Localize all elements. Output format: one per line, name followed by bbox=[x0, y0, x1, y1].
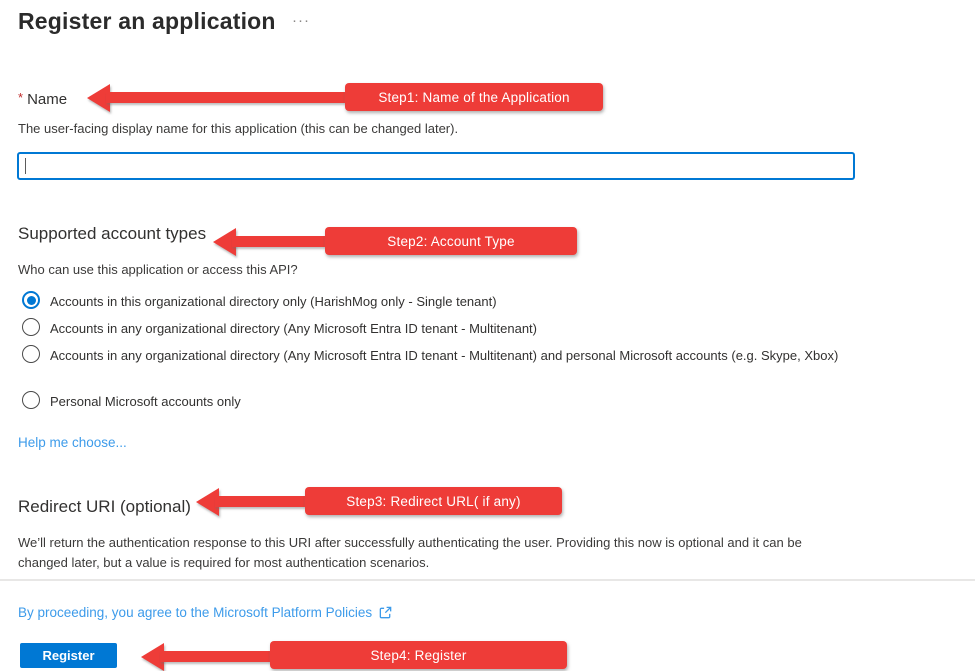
step4-banner: Step4: Register bbox=[270, 641, 567, 669]
step1-arrow-shaft bbox=[106, 92, 347, 103]
policy-row: By proceeding, you agree to the Microsof… bbox=[18, 605, 393, 620]
redirect-description: We’ll return the authentication response… bbox=[18, 533, 846, 573]
radio-selected-icon[interactable] bbox=[22, 291, 40, 309]
radio-label: Personal Microsoft accounts only bbox=[50, 391, 241, 412]
name-label-text: Name bbox=[27, 91, 67, 108]
step2-arrow-shaft bbox=[232, 236, 327, 247]
step2-banner: Step2: Account Type bbox=[325, 227, 577, 255]
footer-divider bbox=[0, 579, 975, 581]
radio-label: Accounts in this organizational director… bbox=[50, 291, 497, 312]
step4-arrow-shaft bbox=[160, 651, 272, 662]
account-type-option-personal-only[interactable]: Personal Microsoft accounts only bbox=[22, 391, 241, 412]
external-link-icon[interactable] bbox=[378, 605, 393, 620]
platform-policies-link[interactable]: By proceeding, you agree to the Microsof… bbox=[18, 605, 372, 620]
text-caret bbox=[25, 158, 26, 174]
step1-banner: Step1: Name of the Application bbox=[345, 83, 603, 111]
account-type-option-multitenant[interactable]: Accounts in any organizational directory… bbox=[22, 318, 537, 339]
radio-label: Accounts in any organizational directory… bbox=[50, 318, 537, 339]
radio-icon[interactable] bbox=[22, 318, 40, 336]
radio-icon[interactable] bbox=[22, 391, 40, 409]
account-question: Who can use this application or access t… bbox=[18, 262, 298, 277]
help-me-choose-link[interactable]: Help me choose... bbox=[18, 435, 127, 450]
register-button[interactable]: Register bbox=[20, 643, 117, 668]
account-type-option-single-tenant[interactable]: Accounts in this organizational director… bbox=[22, 291, 497, 312]
radio-icon[interactable] bbox=[22, 345, 40, 363]
supported-account-types-heading: Supported account types bbox=[18, 224, 206, 244]
register-application-page: Register an application ··· * Name The us… bbox=[0, 0, 975, 671]
step3-banner: Step3: Redirect URL( if any) bbox=[305, 487, 562, 515]
radio-label: Accounts in any organizational directory… bbox=[50, 345, 838, 366]
account-type-option-multitenant-personal[interactable]: Accounts in any organizational directory… bbox=[22, 345, 838, 366]
name-description: The user-facing display name for this ap… bbox=[18, 121, 458, 136]
name-input[interactable] bbox=[17, 152, 855, 180]
required-asterisk: * bbox=[18, 90, 23, 105]
name-label: * Name bbox=[18, 90, 67, 108]
page-title: Register an application bbox=[18, 8, 276, 35]
more-options-icon[interactable]: ··· bbox=[292, 12, 310, 29]
step3-arrow-shaft bbox=[215, 496, 307, 507]
redirect-uri-heading: Redirect URI (optional) bbox=[18, 497, 191, 517]
